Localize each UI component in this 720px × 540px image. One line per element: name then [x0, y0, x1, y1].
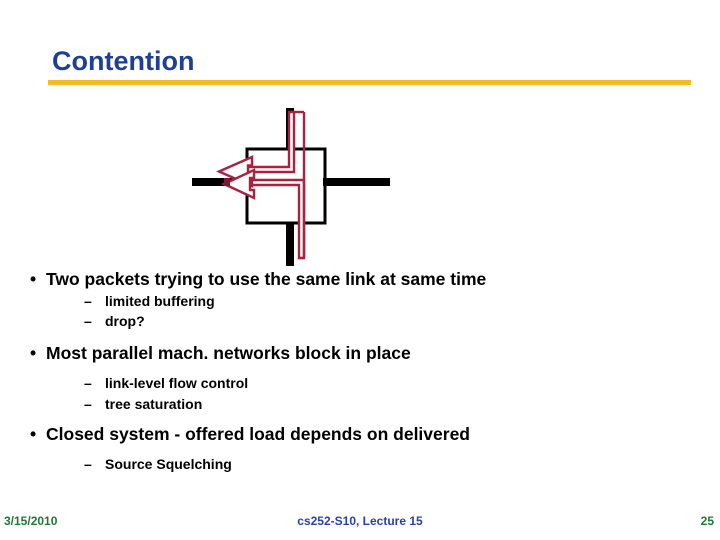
bullet-marker: –: [84, 455, 92, 472]
bullet-marker: •: [30, 423, 37, 444]
bullet-text: tree saturation: [105, 395, 203, 412]
bullet-marker: –: [84, 395, 92, 412]
horizontal-link-line: [192, 178, 390, 186]
title-underline-rule: [48, 80, 691, 85]
packet-path-upper: [241, 110, 296, 174]
link-stub-left: [192, 178, 249, 186]
footer-page-number: 25: [700, 514, 714, 528]
slide-body: • Two packets trying to use the same lin…: [0, 268, 720, 475]
bullet-item: – Source Squelching: [0, 455, 720, 473]
bullet-text: Most parallel mach. networks block in pl…: [46, 343, 411, 364]
link-stub-right: [323, 178, 390, 186]
bullet-text: Closed system - offered load depends on …: [46, 423, 470, 444]
slide-footer: 3/15/2010 cs252-S10, Lecture 15 25: [0, 514, 720, 534]
arrow-line-overlap: [224, 178, 230, 186]
bullet-marker: –: [84, 375, 92, 392]
bullet-marker: •: [30, 343, 37, 364]
bullet-item: – link-level flow control: [0, 374, 720, 392]
bullet-marker: •: [30, 269, 37, 289]
bullet-item: • Closed system - offered load depends o…: [0, 423, 720, 445]
bullet-item: – limited buffering: [0, 292, 720, 310]
bullet-item: • Two packets trying to use the same lin…: [0, 268, 720, 290]
footer-course-label: cs252-S10, Lecture 15: [297, 514, 423, 528]
link-stub-top: [286, 108, 294, 150]
arrowhead-lower: [221, 168, 256, 200]
page-title: Contention: [52, 46, 195, 76]
switch-contention-diagram: [192, 108, 390, 266]
bullet-marker: –: [84, 313, 92, 330]
packet-path-lower: [241, 178, 306, 260]
bullet-text: drop?: [105, 313, 145, 330]
bullet-text: limited buffering: [105, 293, 215, 310]
bullet-item: – tree saturation: [0, 395, 720, 413]
bullet-text: Source Squelching: [105, 455, 232, 472]
link-stub-bottom: [286, 222, 294, 266]
bullet-marker: –: [84, 293, 92, 310]
switch-box: [245, 147, 327, 225]
bullet-text: link-level flow control: [105, 375, 249, 392]
arrowhead-upper: [216, 155, 254, 188]
bullet-text: Two packets trying to use the same link …: [46, 269, 487, 289]
bullet-item: – drop?: [0, 312, 720, 330]
vertical-link-line: [286, 108, 294, 266]
bullet-item: • Most parallel mach. networks block in …: [0, 342, 720, 364]
